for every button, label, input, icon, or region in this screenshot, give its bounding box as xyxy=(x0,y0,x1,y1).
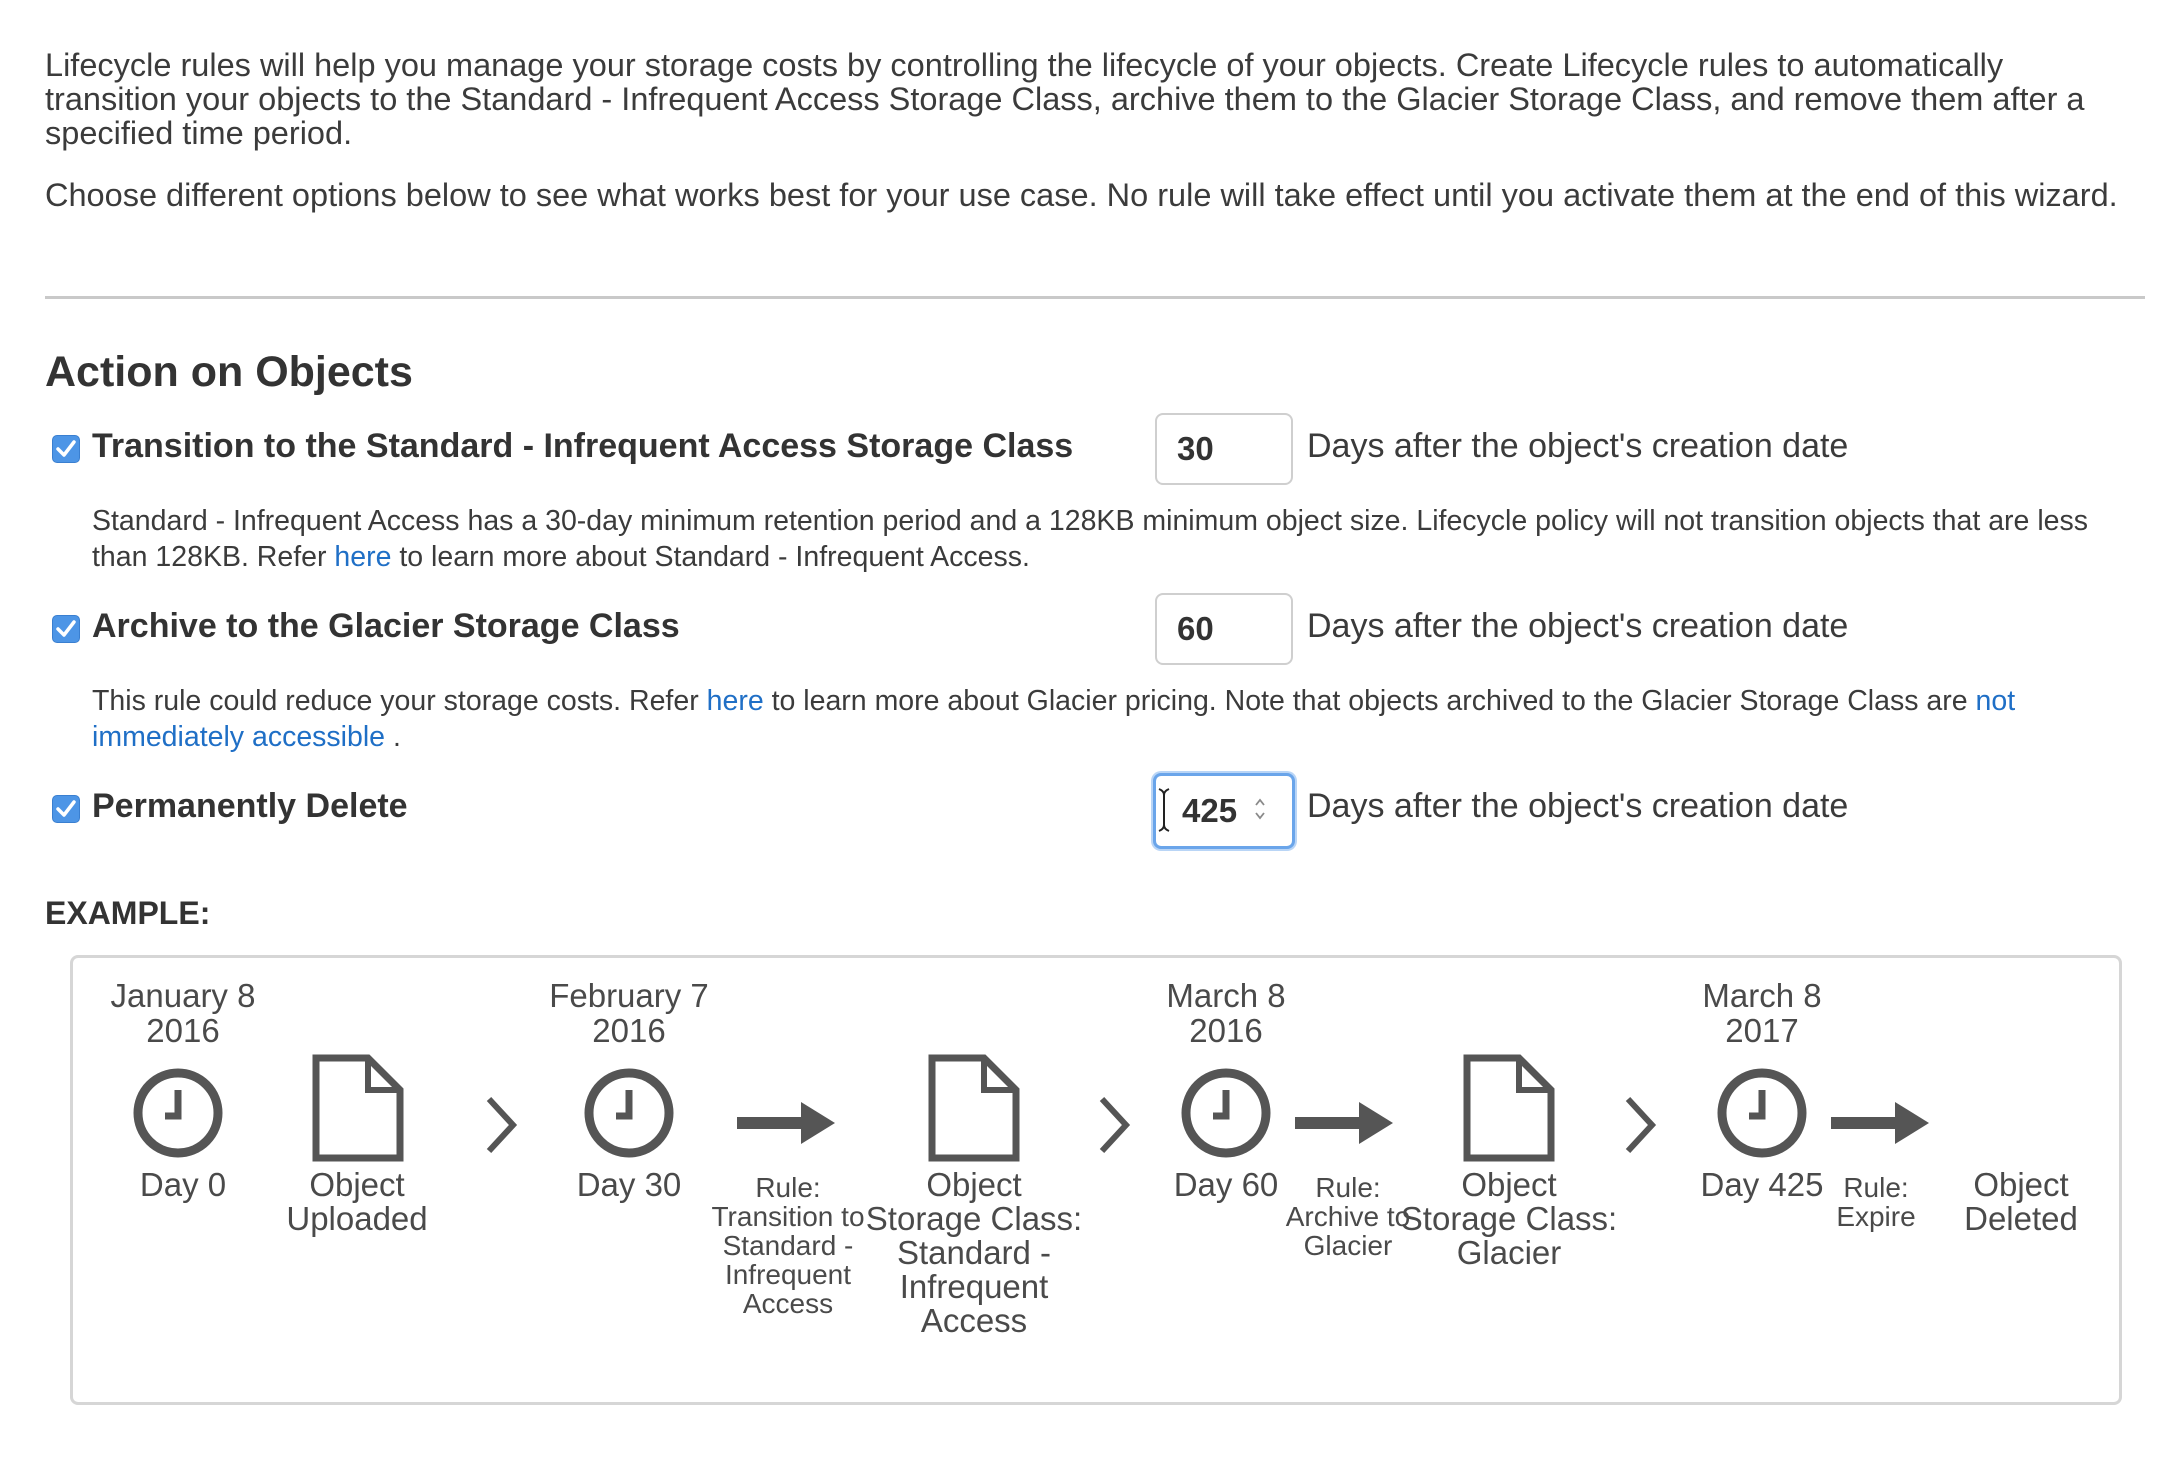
document-icon xyxy=(1463,1054,1555,1162)
timeline-date-0: January 8 2016 xyxy=(73,978,293,1048)
timeline-date-30: February 7 2016 xyxy=(519,978,739,1048)
spinner-arrows-icon[interactable] xyxy=(1253,795,1267,823)
rule-transition-row: Transition to the Standard - Infrequent … xyxy=(0,413,2162,485)
delete-days-suffix: Days after the object's creation date xyxy=(1307,787,1849,825)
rule-delete-row: Permanently Delete Days after the object… xyxy=(0,773,2162,849)
timeline-date-line2: 2016 xyxy=(146,1012,220,1049)
chevron-right-icon xyxy=(1099,1096,1131,1154)
timeline-day-30: Day 30 xyxy=(576,1166,682,1203)
timeline-date-line1: March 8 xyxy=(1702,977,1822,1014)
timeline-date-line1: January 8 xyxy=(110,977,256,1014)
timeline-rule-expire: Rule: Expire xyxy=(1836,1172,1916,1232)
archive-checkbox[interactable] xyxy=(52,615,80,643)
timeline-date-line1: March 8 xyxy=(1166,977,1286,1014)
document-icon xyxy=(312,1054,404,1162)
clock-icon xyxy=(133,1068,223,1158)
chevron-right-icon xyxy=(1625,1096,1657,1154)
transition-label: Transition to the Standard - Infrequent … xyxy=(92,427,1074,465)
timeline-object-standard-ia: Object Storage Class: Standard - Infrequ… xyxy=(865,1166,1083,1339)
section-divider xyxy=(45,296,2145,299)
timeline-object-deleted: Object Deleted xyxy=(1964,1166,2078,1237)
chevron-right-icon xyxy=(486,1096,518,1154)
clock-icon xyxy=(1181,1068,1271,1158)
transition-days-suffix: Days after the object's creation date xyxy=(1307,427,1849,465)
transition-checkbox[interactable] xyxy=(52,435,80,463)
archive-desc-text-end: . xyxy=(385,721,401,753)
rule-archive-row: Archive to the Glacier Storage Class Day… xyxy=(0,593,2162,665)
transition-desc-text-end: to learn more about Standard - Infrequen… xyxy=(391,541,1030,573)
delete-label: Permanently Delete xyxy=(92,787,408,825)
transition-description: Standard - Infrequent Access has a 30-da… xyxy=(92,503,2132,575)
document-icon xyxy=(928,1054,1020,1162)
arrow-right-icon xyxy=(737,1102,835,1144)
text-cursor-icon xyxy=(1158,788,1170,832)
example-timeline: January 8 2016 Day 0 Object Uploaded Feb… xyxy=(70,955,2122,1405)
archive-desc-text: This rule could reduce your storage cost… xyxy=(92,685,707,717)
delete-checkbox[interactable] xyxy=(52,795,80,823)
timeline-date-line1: February 7 xyxy=(549,977,709,1014)
intro-paragraph-2: Choose different options below to see wh… xyxy=(45,177,2118,213)
delete-days-input[interactable] xyxy=(1153,773,1295,849)
archive-label: Archive to the Glacier Storage Class xyxy=(92,607,680,645)
timeline-object-glacier: Object Storage Class: Glacier xyxy=(1400,1166,1618,1271)
timeline-date-425: March 8 2017 xyxy=(1652,978,1872,1048)
archive-description: This rule could reduce your storage cost… xyxy=(92,683,2132,755)
checkmark-icon xyxy=(56,620,76,637)
arrow-right-icon xyxy=(1831,1102,1929,1144)
timeline-date-line2: 2016 xyxy=(592,1012,666,1049)
archive-days-suffix: Days after the object's creation date xyxy=(1307,607,1849,645)
arrow-right-icon xyxy=(1295,1102,1393,1144)
section-title: Action on Objects xyxy=(45,348,413,396)
timeline-date-line2: 2016 xyxy=(1189,1012,1263,1049)
intro-paragraph-1: Lifecycle rules will help you manage you… xyxy=(45,47,2085,151)
timeline-rule-transition: Rule: Transition to Standard - Infrequen… xyxy=(711,1172,865,1319)
timeline-date-60: March 8 2016 xyxy=(1116,978,1336,1048)
transition-here-link[interactable]: here xyxy=(334,541,391,573)
transition-days-input[interactable] xyxy=(1155,413,1293,485)
checkmark-icon xyxy=(56,440,76,457)
timeline-object-uploaded: Object Uploaded xyxy=(286,1166,428,1237)
checkmark-icon xyxy=(56,800,76,817)
clock-icon xyxy=(584,1068,674,1158)
archive-days-input[interactable] xyxy=(1155,593,1293,665)
example-label: EXAMPLE: xyxy=(45,895,211,931)
archive-here-link[interactable]: here xyxy=(707,685,764,717)
clock-icon xyxy=(1717,1068,1807,1158)
delete-days-field xyxy=(1153,773,1295,849)
timeline-date-line2: 2017 xyxy=(1725,1012,1799,1049)
archive-desc-text-middle: to learn more about Glacier pricing. Not… xyxy=(763,685,1976,717)
